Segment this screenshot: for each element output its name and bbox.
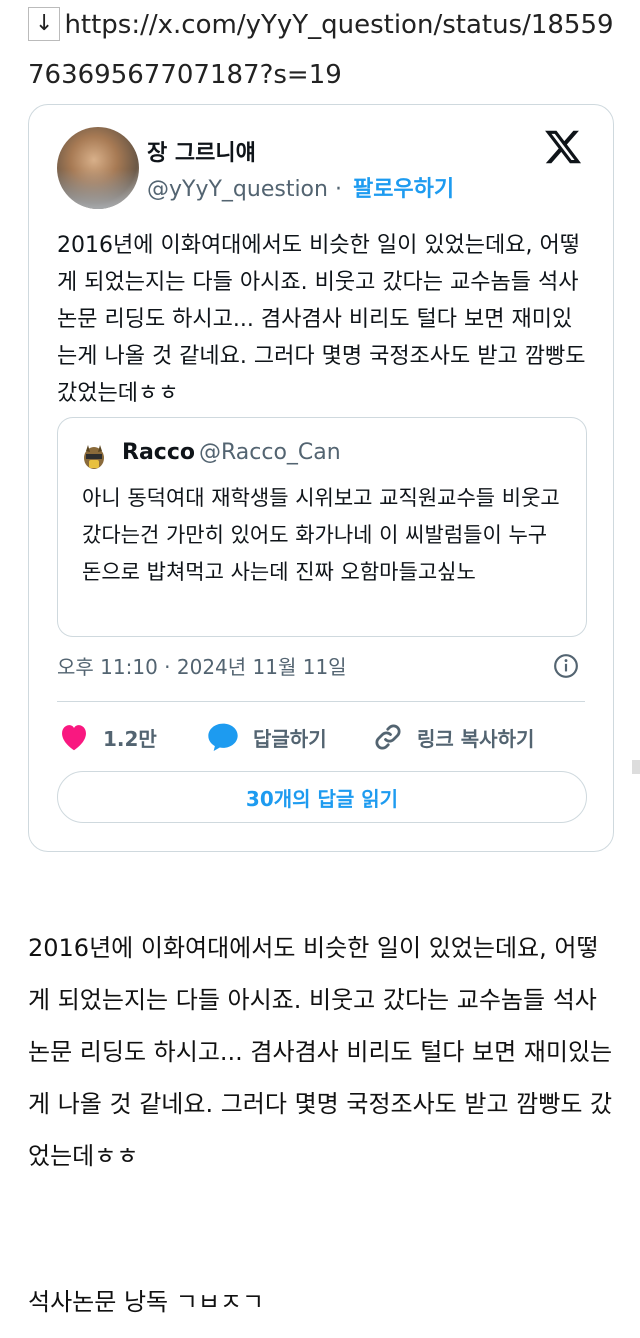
divider — [57, 701, 585, 702]
handle-separator: · — [327, 177, 349, 202]
post-footer-text: 석사논문 낭독 ㄱㅂㅈㄱ — [28, 1288, 265, 1316]
link-icon — [375, 724, 401, 750]
copy-link-button[interactable]: 링크 복사하기 — [373, 719, 534, 755]
author-name[interactable]: 장 그르니얘 — [147, 135, 256, 167]
quoted-tweet[interactable]: Racco @Racco_Can 아니 동덕여대 재학생들 시위보고 교직원교수들… — [57, 417, 587, 637]
scroll-marker — [632, 760, 640, 774]
author-handle-line: @yYyY_question · 팔로우하기 — [147, 171, 454, 203]
info-icon[interactable] — [553, 653, 579, 679]
like-count: 1.2만 — [103, 726, 157, 751]
like-button[interactable]: 1.2만 — [59, 719, 157, 755]
url-text[interactable]: https://x.com/yYyY_question/status/18559… — [28, 10, 614, 90]
read-replies-button[interactable]: 30개의 답글 읽기 — [57, 771, 587, 823]
reply-button[interactable]: 답글하기 — [207, 719, 327, 755]
embedded-tweet-card[interactable]: 장 그르니얘 @yYyY_question · 팔로우하기 2016년에 이화여… — [28, 104, 614, 852]
quote-author-name[interactable]: Racco — [122, 440, 195, 465]
author-handle[interactable]: @yYyY_question — [147, 177, 328, 202]
x-logo-icon[interactable] — [543, 127, 583, 167]
follow-button[interactable]: 팔로우하기 — [353, 177, 454, 202]
post-body-text: 2016년에 이화여대에서도 비슷한 일이 있었는데요, 어떻게 되었는지는 다… — [28, 934, 613, 1170]
author-avatar[interactable] — [57, 127, 139, 209]
reply-bubble-icon — [208, 723, 238, 751]
quote-text: 아니 동덕여대 재학생들 시위보고 교직원교수들 비웃고 갔다는건 가만히 있어… — [82, 486, 560, 584]
heart-icon — [62, 725, 86, 751]
quote-author-handle[interactable]: @Racco_Can — [199, 440, 341, 465]
raccoon-avatar-icon — [84, 445, 104, 469]
copy-link-label: 링크 복사하기 — [417, 726, 535, 751]
tweet-timestamp[interactable]: 오후 11:10 · 2024년 11월 11일 — [57, 651, 347, 680]
quote-author-line: Racco @Racco_Can — [122, 440, 341, 465]
reply-label: 답글하기 — [253, 726, 327, 751]
download-arrow-icon: ↓ — [28, 7, 61, 41]
tweet-text: 2016년에 이화여대에서도 비슷한 일이 있었는데요, 어떻게 되었는지는 다… — [57, 233, 586, 406]
shared-url[interactable]: ↓ https://x.com/yYyY_question/status/1855… — [28, 0, 618, 100]
